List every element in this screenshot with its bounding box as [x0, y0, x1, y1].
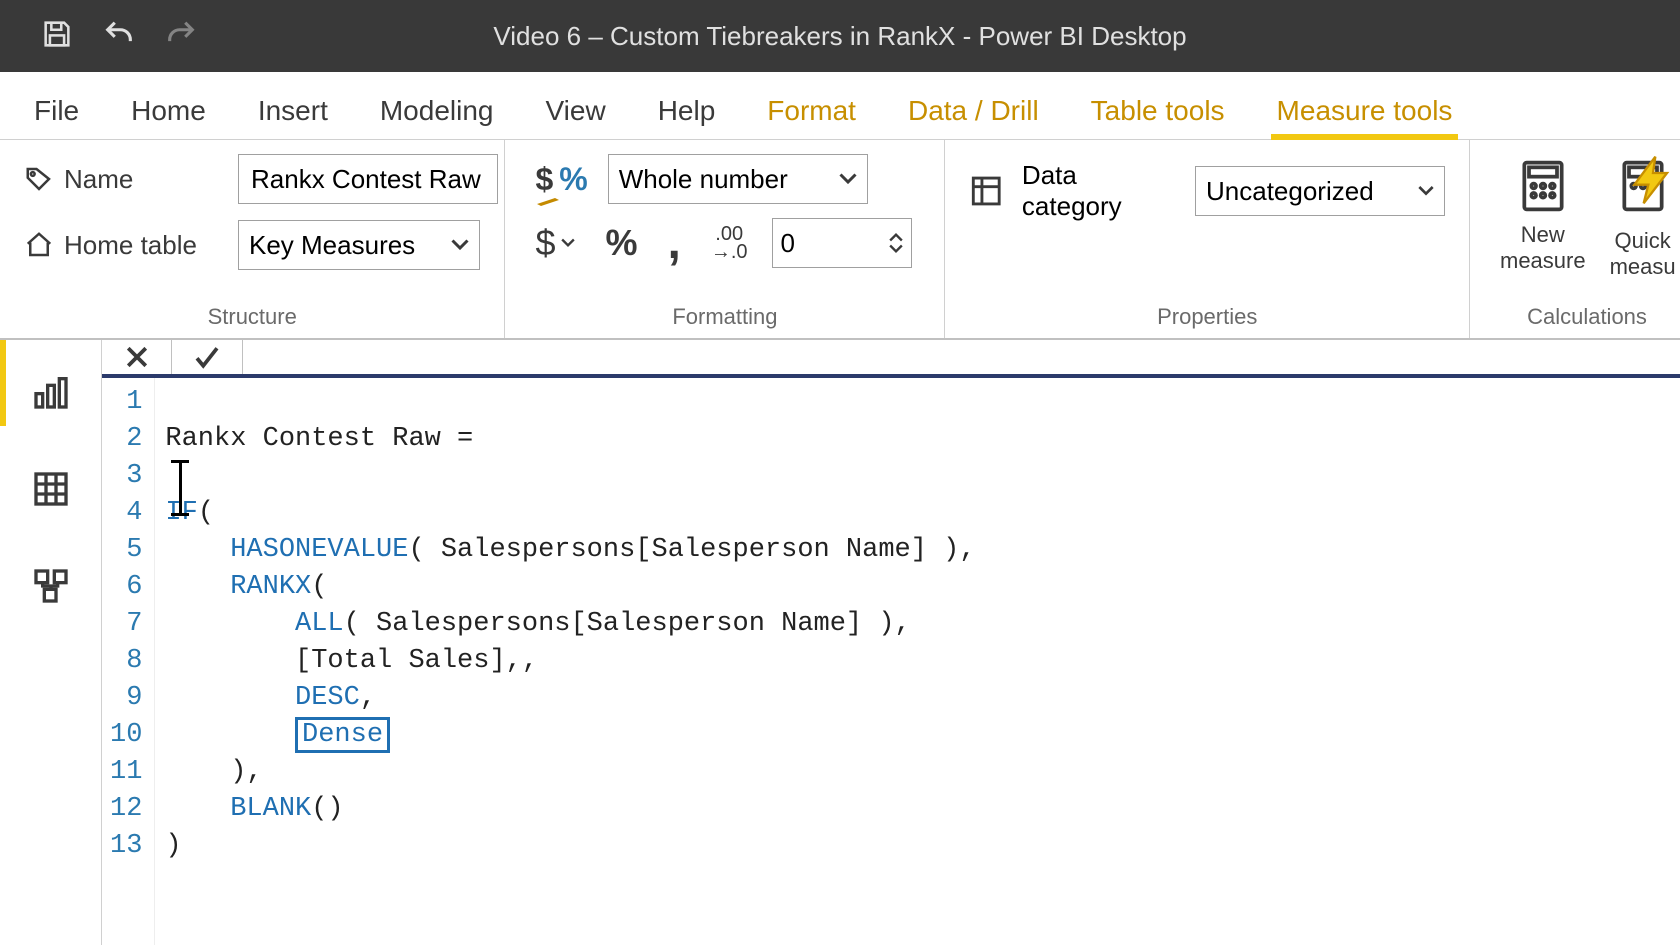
formula-bar-controls: [102, 340, 1680, 378]
measure-name-input[interactable]: [238, 154, 498, 204]
decimal-places-button[interactable]: .00→.0: [705, 221, 754, 265]
thousands-separator-button[interactable]: ,: [661, 229, 686, 257]
group-label-structure: Structure: [24, 298, 480, 334]
decimals-spinner[interactable]: 0: [772, 218, 912, 268]
group-label-formatting: Formatting: [529, 298, 920, 334]
currency-format-button[interactable]: $: [529, 218, 581, 268]
tab-format[interactable]: Format: [761, 79, 862, 139]
tab-view[interactable]: View: [540, 79, 612, 139]
pencil-icon: [535, 196, 561, 206]
chevron-down-icon: [451, 236, 469, 254]
ribbon-measure-tools: Name Home table Key Measures Structure: [0, 140, 1680, 340]
format-type-value: Whole number: [619, 164, 788, 195]
redo-icon[interactable]: [164, 17, 198, 56]
view-switcher-rail: [0, 340, 102, 945]
dense-argument-highlight: Dense: [295, 717, 390, 753]
home-table-value: Key Measures: [249, 230, 415, 261]
undo-icon[interactable]: [102, 17, 136, 56]
group-label-properties: Properties: [969, 298, 1445, 334]
chevron-down-icon: [1418, 185, 1434, 197]
spinner-up-icon[interactable]: [889, 232, 903, 242]
group-label-calculations: Calculations: [1494, 298, 1680, 334]
new-measure-label: New measure: [1500, 222, 1586, 274]
data-category-value: Uncategorized: [1206, 176, 1374, 207]
formula-commit-button[interactable]: [172, 340, 242, 374]
tab-measure-tools[interactable]: Measure tools: [1271, 79, 1459, 139]
save-icon[interactable]: [40, 17, 74, 56]
quick-measure-button[interactable]: Quick measu: [1604, 154, 1680, 284]
ribbon-group-formatting: $% Whole number $ % , .00→.0: [505, 140, 945, 338]
tab-modeling[interactable]: Modeling: [374, 79, 500, 139]
lightning-icon: [1625, 152, 1680, 208]
format-type-select[interactable]: Whole number: [608, 154, 868, 204]
decimals-value: 0: [781, 228, 795, 259]
ribbon-group-properties: Data category Uncategorized Properties: [945, 140, 1470, 338]
calculator-icon: [1515, 158, 1571, 214]
data-view-button[interactable]: [23, 461, 79, 522]
name-label: Name: [24, 164, 224, 195]
model-view-button[interactable]: [23, 558, 79, 619]
spinner-down-icon[interactable]: [889, 244, 903, 254]
data-category-icon: [969, 173, 1003, 209]
data-category-label: Data category: [1022, 160, 1177, 222]
data-category-select[interactable]: Uncategorized: [1195, 166, 1445, 216]
ribbon-group-structure: Name Home table Key Measures Structure: [0, 140, 505, 338]
percent-format-button[interactable]: %: [599, 218, 643, 268]
quick-measure-label: Quick measu: [1610, 228, 1676, 280]
tab-insert[interactable]: Insert: [252, 79, 334, 139]
chevron-down-icon: [561, 238, 575, 248]
new-measure-button[interactable]: New measure: [1494, 154, 1592, 284]
tag-icon: [24, 164, 54, 194]
home-table-label: Home table: [24, 230, 224, 261]
chevron-down-icon: [839, 170, 857, 188]
window-title: Video 6 – Custom Tiebreakers in RankX - …: [493, 21, 1186, 52]
tab-help[interactable]: Help: [652, 79, 722, 139]
formula-cancel-button[interactable]: [102, 340, 172, 374]
ribbon-tabs: File Home Insert Modeling View Help Form…: [0, 72, 1680, 140]
dax-editor[interactable]: 12345678910111213 Rankx Contest Raw = IF…: [102, 378, 1680, 945]
format-icon: $%: [529, 157, 593, 202]
text-cursor: [179, 460, 182, 516]
dax-code[interactable]: Rankx Contest Raw = IF( HASONEVALUE( Sal…: [155, 378, 985, 945]
ribbon-group-calculations: New measure Quick measu Calculations: [1470, 140, 1680, 338]
report-view-button[interactable]: [23, 364, 79, 425]
title-bar: Video 6 – Custom Tiebreakers in RankX - …: [0, 0, 1680, 72]
tab-home[interactable]: Home: [125, 79, 212, 139]
line-gutter: 12345678910111213: [102, 378, 155, 945]
tab-file[interactable]: File: [28, 79, 85, 139]
home-icon: [24, 230, 54, 260]
home-table-select[interactable]: Key Measures: [238, 220, 480, 270]
tab-table-tools[interactable]: Table tools: [1085, 79, 1231, 139]
tab-data-drill[interactable]: Data / Drill: [902, 79, 1045, 139]
